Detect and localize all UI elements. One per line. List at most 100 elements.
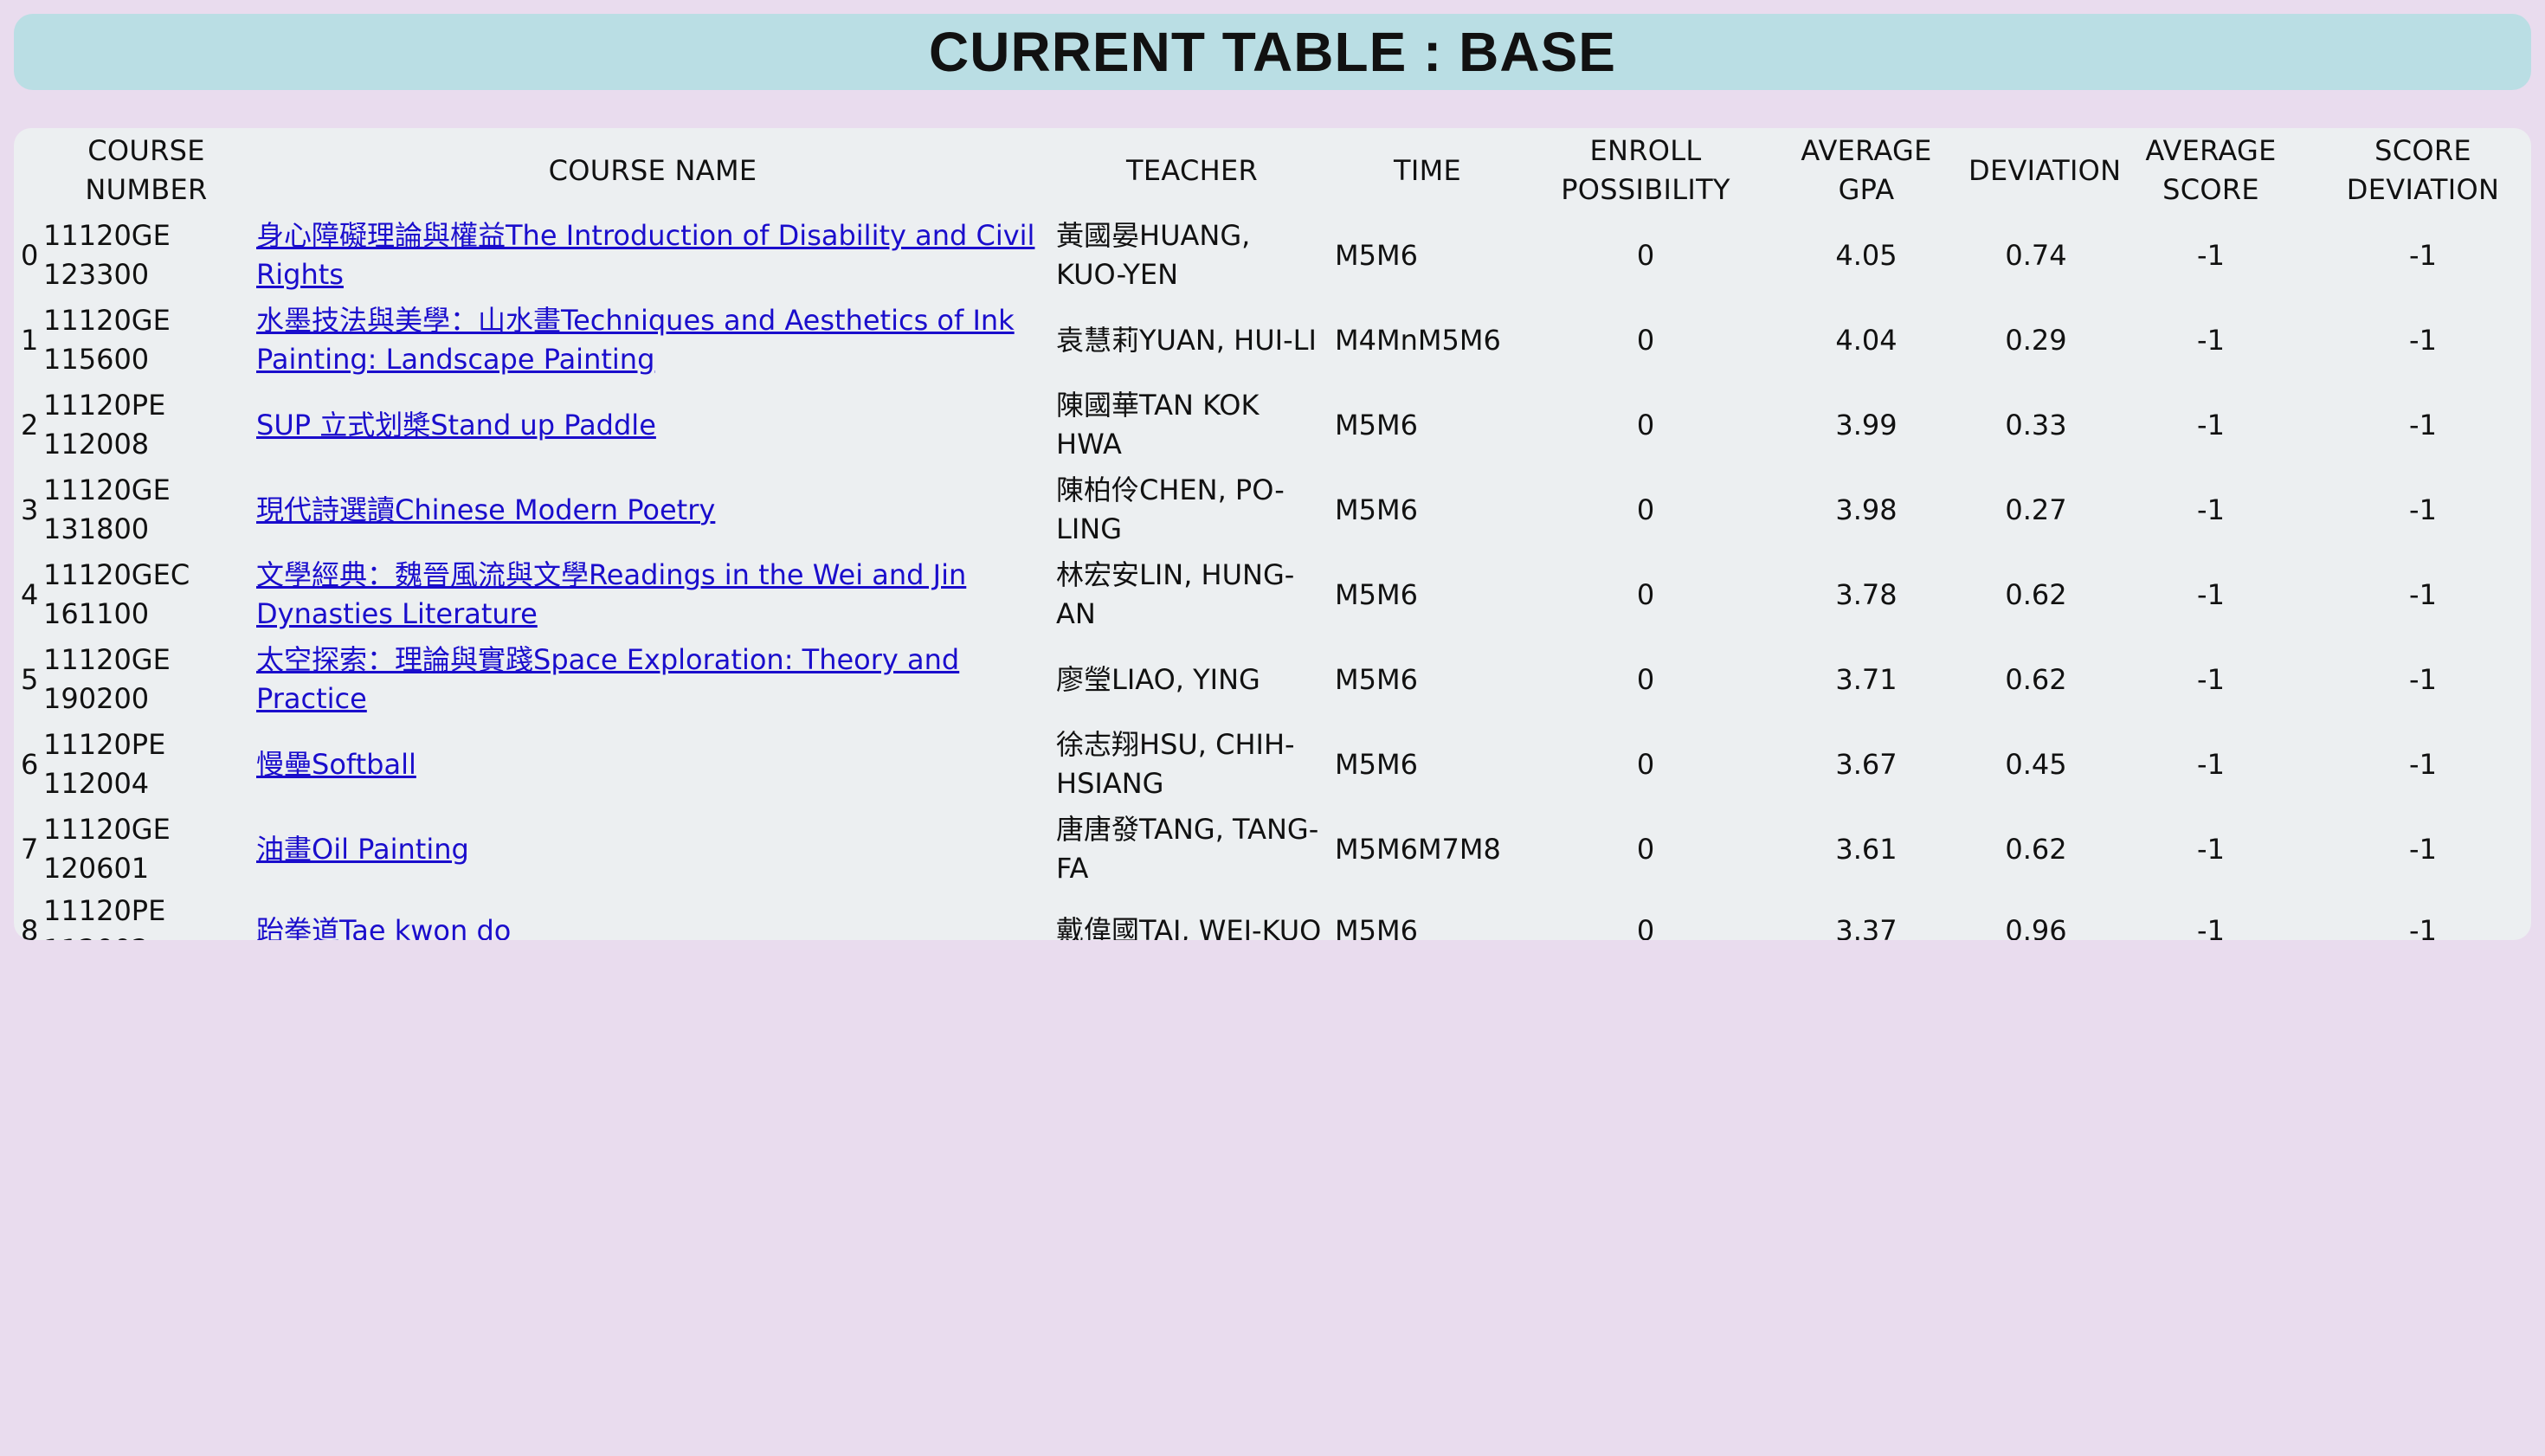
column-header-enroll-possibility: ENROLL POSSIBILITY (1561, 134, 1730, 206)
deviation: 0.62 (2005, 662, 2067, 696)
teacher: 黃國晏HUANG, KUO-YEN (1056, 219, 1251, 291)
row-index: 7 (21, 832, 39, 866)
row-index: 5 (21, 662, 39, 696)
course-name-cell: 跆拳道Tae kwon do (253, 892, 1053, 941)
score-deviation: -1 (2409, 493, 2437, 526)
column-header-average-score: AVERAGE SCORE (2145, 134, 2277, 206)
teacher: 陳國華TAN KOK HWA (1056, 389, 1260, 461)
course-name-link[interactable]: SUP 立式划槳Stand up Paddle (256, 409, 656, 441)
column-header-teacher: TEACHER (1125, 153, 1259, 187)
course-number: 11120PE 112008 (43, 389, 166, 461)
deviation: 0.62 (2005, 577, 2067, 611)
teacher: 戴偉國TAI, WEI-KUO (1056, 913, 1322, 941)
column-header-index (14, 128, 40, 213)
column-header-course-number: COURSE NUMBER (85, 134, 208, 206)
average-score: -1 (2197, 408, 2225, 441)
course-number: 11120GE 120601 (43, 813, 171, 885)
column-header-course-name: COURSE NAME (548, 153, 757, 187)
enroll-possibility: 0 (1636, 408, 1655, 441)
column-header-time: TIME (1393, 153, 1461, 187)
average-score: -1 (2197, 493, 2225, 526)
table-header: COURSE NUMBER COURSE NAME TEACHER TIME E… (14, 128, 2531, 213)
course-number: 11120GE 115600 (43, 304, 171, 376)
row-index: 2 (21, 408, 39, 441)
enroll-possibility: 0 (1636, 832, 1655, 866)
time: M5M6 (1335, 577, 1418, 611)
score-deviation: -1 (2409, 323, 2437, 357)
average-score: -1 (2197, 747, 2225, 781)
average-score: -1 (2197, 832, 2225, 866)
time: M5M6 (1335, 408, 1418, 441)
enroll-possibility: 0 (1636, 577, 1655, 611)
score-deviation: -1 (2409, 913, 2437, 941)
course-name-cell: 文學經典：魏晉風流與文學Readings in the Wei and Jin … (253, 552, 1053, 637)
teacher: 林宏安LIN, HUNG-AN (1056, 558, 1295, 630)
table-row: 4 11120GEC 161100 文學經典：魏晉風流與文學Readings i… (14, 552, 2531, 637)
average-gpa: 3.98 (1835, 493, 1897, 526)
teacher: 廖瑩LIAO, YING (1056, 662, 1260, 696)
course-name-cell: 水墨技法與美學：山水畫Techniques and Aesthetics of … (253, 298, 1053, 383)
time: M5M6 (1335, 913, 1418, 941)
table-row: 6 11120PE 112004 慢壘Softball 徐志翔HSU, CHIH… (14, 722, 2531, 807)
teacher: 袁慧莉YUAN, HUI-LI (1056, 323, 1317, 357)
course-name-link[interactable]: 慢壘Softball (256, 748, 416, 781)
average-gpa: 4.04 (1835, 323, 1897, 357)
time: M5M6 (1335, 238, 1418, 272)
enroll-possibility: 0 (1636, 913, 1655, 941)
row-index: 4 (21, 577, 39, 611)
course-name-link[interactable]: 身心障礙理論與權益The Introduction of Disability … (256, 219, 1034, 291)
course-table: COURSE NUMBER COURSE NAME TEACHER TIME E… (14, 128, 2531, 940)
time: M5M6 (1335, 662, 1418, 696)
average-gpa: 3.78 (1835, 577, 1897, 611)
course-name-link[interactable]: 水墨技法與美學：山水畫Techniques and Aesthetics of … (256, 304, 1015, 376)
table-body: 0 11120GE 123300 身心障礙理論與權益The Introducti… (14, 213, 2531, 940)
score-deviation: -1 (2409, 832, 2437, 866)
header-row: COURSE NUMBER COURSE NAME TEACHER TIME E… (14, 128, 2531, 213)
column-header-average-gpa: AVERAGE GPA (1801, 134, 1932, 206)
course-name-link[interactable]: 現代詩選讀Chinese Modern Poetry (256, 493, 715, 526)
course-name-cell: 慢壘Softball (253, 722, 1053, 807)
time: M4MnM5M6 (1335, 323, 1501, 357)
course-name-cell: 現代詩選讀Chinese Modern Poetry (253, 467, 1053, 552)
table-row: 3 11120GE 131800 現代詩選讀Chinese Modern Poe… (14, 467, 2531, 552)
course-name-link[interactable]: 跆拳道Tae kwon do (256, 914, 511, 941)
enroll-possibility: 0 (1636, 662, 1655, 696)
course-name-cell: 身心障礙理論與權益The Introduction of Disability … (253, 213, 1053, 298)
average-score: -1 (2197, 577, 2225, 611)
row-index: 6 (21, 747, 39, 781)
table-row: 1 11120GE 115600 水墨技法與美學：山水畫Techniques a… (14, 298, 2531, 383)
time: M5M6 (1335, 747, 1418, 781)
column-header-deviation: DEVIATION (1968, 153, 2122, 187)
course-number: 11120GE 190200 (43, 643, 171, 715)
course-number: 11120GE 131800 (43, 474, 171, 545)
table-row: 2 11120PE 112008 SUP 立式划槳Stand up Paddle… (14, 383, 2531, 467)
teacher: 徐志翔HSU, CHIH-HSIANG (1056, 728, 1295, 800)
teacher: 陳柏伶CHEN, PO-LING (1056, 474, 1285, 545)
course-number: 11120GE 123300 (43, 219, 171, 291)
average-gpa: 3.61 (1835, 832, 1897, 866)
page-title: CURRENT TABLE : BASE (929, 21, 1616, 83)
course-name-cell: 油畫Oil Painting (253, 807, 1053, 892)
score-deviation: -1 (2409, 662, 2437, 696)
column-header-score-deviation: SCORE DEVIATION (2346, 134, 2500, 206)
enroll-possibility: 0 (1636, 238, 1655, 272)
table-row: 5 11120GE 190200 太空探索：理論與實踐Space Explora… (14, 637, 2531, 722)
deviation: 0.29 (2005, 323, 2067, 357)
deviation: 0.62 (2005, 832, 2067, 866)
table-row: 8 11120PE 112002 跆拳道Tae kwon do 戴偉國TAI, … (14, 892, 2531, 940)
course-name-link[interactable]: 文學經典：魏晉風流與文學Readings in the Wei and Jin … (256, 558, 966, 630)
table-row: 0 11120GE 123300 身心障礙理論與權益The Introducti… (14, 213, 2531, 298)
course-name-cell: SUP 立式划槳Stand up Paddle (253, 383, 1053, 467)
row-index: 0 (21, 238, 39, 272)
course-number: 11120GEC 161100 (43, 558, 190, 630)
enroll-possibility: 0 (1636, 323, 1655, 357)
course-name-cell: 太空探索：理論與實踐Space Exploration: Theory and … (253, 637, 1053, 722)
average-gpa: 3.71 (1835, 662, 1897, 696)
deviation: 0.33 (2005, 408, 2067, 441)
course-number: 11120PE 112004 (43, 728, 166, 800)
course-name-link[interactable]: 太空探索：理論與實踐Space Exploration: Theory and … (256, 643, 959, 715)
course-name-link[interactable]: 油畫Oil Painting (256, 833, 469, 866)
title-bar: CURRENT TABLE : BASE (14, 14, 2531, 90)
deviation: 0.27 (2005, 493, 2067, 526)
score-deviation: -1 (2409, 408, 2437, 441)
